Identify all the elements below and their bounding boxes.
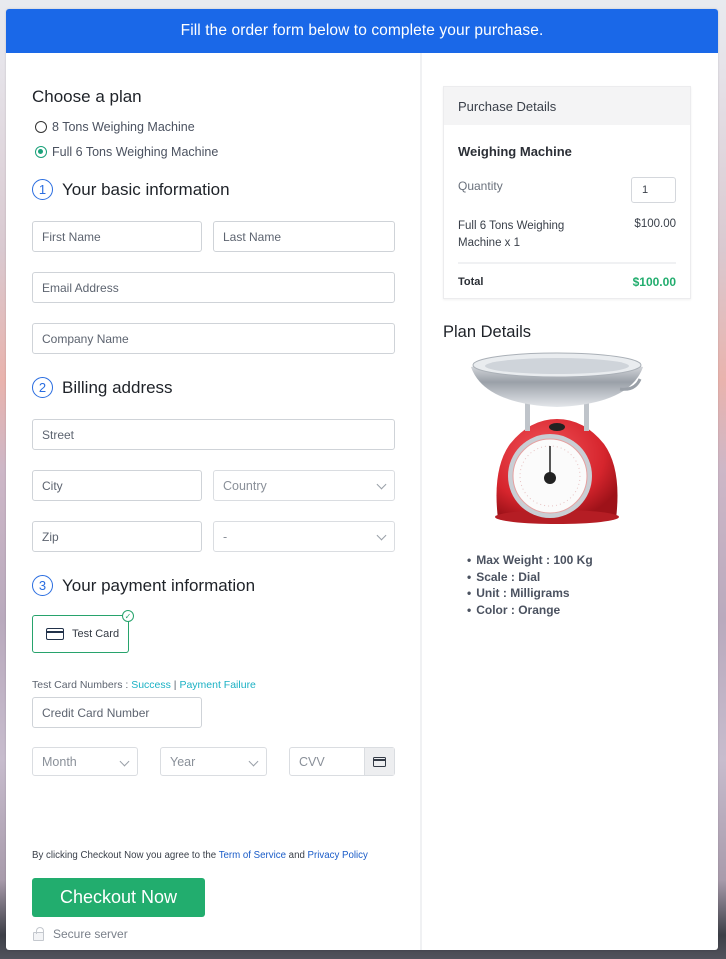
street-input[interactable]: Street [32,419,395,450]
section-billing-address: 2 Billing address [32,377,173,398]
summary-panel: Purchase Details Weighing Machine Quanti… [422,53,718,950]
checkout-now-button[interactable]: Checkout Now [32,878,205,917]
company-input[interactable]: Company Name [32,323,395,354]
credit-card-number-input[interactable]: Credit Card Number [32,697,202,728]
total-label: Total [458,276,484,288]
year-select-value: Year [170,754,196,769]
state-select[interactable]: - [213,521,395,552]
section-heading: Your payment information [62,575,256,595]
country-select[interactable]: Country [213,470,395,501]
quantity-label: Quantity [458,179,503,193]
divider [458,262,676,264]
test-card-numbers: Test Card Numbers : Success | Payment Fa… [32,679,256,691]
step-number-icon: 1 [32,179,53,200]
radio-button-selected[interactable] [35,146,47,158]
feature-item: Color : Orange [467,602,593,619]
agreement-prefix: By clicking Checkout Now you agree to th… [32,850,219,861]
year-select[interactable]: Year [160,747,267,776]
month-select-value: Month [42,754,77,769]
zip-input[interactable]: Zip [32,521,202,552]
cvv-card-addon [364,748,394,775]
step-number-icon: 3 [32,575,53,596]
city-input[interactable]: City [32,470,202,501]
plan-option-8-tons[interactable]: 8 Tons Weighing Machine [35,120,195,134]
secure-server: Secure server [32,926,128,941]
plan-features-list: Max Weight : 100 Kg Scale : Dial Unit : … [467,552,593,619]
plan-option-full-6-tons[interactable]: Full 6 Tons Weighing Machine [35,145,218,159]
lock-icon [33,926,44,941]
state-select-value: - [223,529,228,544]
country-select-value: Country [223,478,267,493]
credit-card-icon [46,628,64,640]
agreement-text: By clicking Checkout Now you agree to th… [32,850,368,861]
check-circle-icon: ✓ [122,610,134,622]
section-heading: Your basic information [62,179,230,199]
secure-server-label: Secure server [53,927,128,941]
plan-details-heading: Plan Details [443,323,532,341]
success-link[interactable]: Success [131,679,171,691]
terms-of-service-link[interactable]: Term of Service [219,850,286,861]
chevron-down-icon [376,530,387,541]
first-name-input[interactable]: First Name [32,221,202,252]
quantity-input[interactable]: 1 [631,177,676,203]
line-item-description: Full 6 Tons Weighing Machine x 1 [458,220,565,249]
section-basic-info: 1 Your basic information [32,179,230,200]
feature-item: Max Weight : 100 Kg [467,552,592,569]
step-number-icon: 2 [32,377,53,398]
month-select[interactable]: Month [32,747,138,776]
plan-option-label: 8 Tons Weighing Machine [52,120,195,134]
cvv-field[interactable]: CVV [289,747,395,776]
header-banner: Fill the order form below to complete yo… [6,9,718,53]
credit-card-icon [373,756,386,767]
test-card-option[interactable]: Test Card ✓ [32,610,134,653]
privacy-policy-link[interactable]: Privacy Policy [308,850,368,861]
feature-item: Scale : Dial [467,569,593,586]
feature-item: Unit : Milligrams [467,585,593,602]
chevron-down-icon [119,756,130,767]
checkout-page: Fill the order form below to complete yo… [6,9,718,950]
product-name: Weighing Machine [458,144,572,159]
total-value: $100.00 [632,275,676,289]
purchase-details-card: Purchase Details Weighing Machine Quanti… [443,86,691,299]
agreement-and: and [285,850,308,861]
choose-plan-heading: Choose a plan [32,87,142,106]
plan-option-label: Full 6 Tons Weighing Machine [52,145,219,159]
section-heading: Billing address [62,377,173,397]
last-name-input[interactable]: Last Name [213,221,395,252]
test-card-label: Test Card [72,628,120,640]
test-numbers-label: Test Card Numbers : [32,679,132,691]
payment-failure-link[interactable]: Payment Failure [179,679,255,691]
section-payment-info: 3 Your payment information [32,575,255,596]
purchase-details-heading: Purchase Details [444,87,690,125]
product-image-scale [471,352,643,524]
email-input[interactable]: Email Address [32,272,395,303]
chevron-down-icon [376,479,387,490]
cvv-input[interactable]: CVV [290,748,364,775]
radio-button[interactable] [35,121,47,133]
order-form: Choose a plan 8 Tons Weighing Machine Fu… [6,53,422,950]
line-item-price: $100.00 [634,218,676,230]
chevron-down-icon [248,756,259,767]
